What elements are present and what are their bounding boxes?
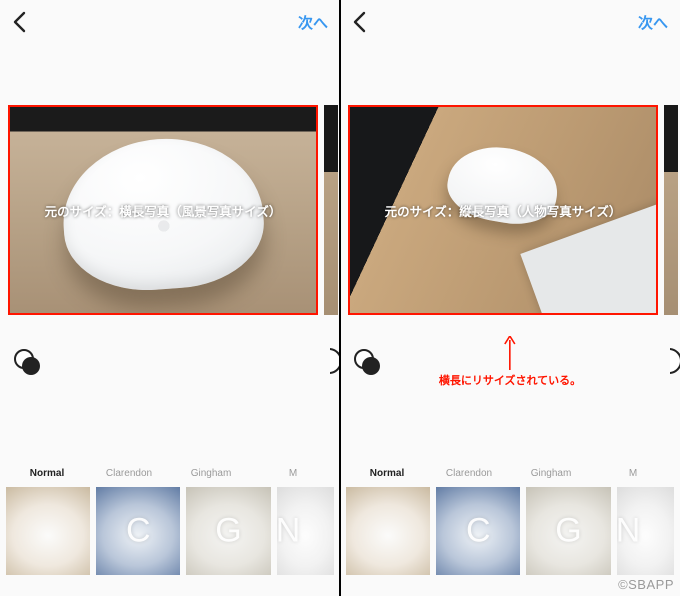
filter-thumb-gingham[interactable]: G — [526, 487, 610, 575]
filter-label[interactable]: Normal — [346, 468, 428, 479]
filter-label[interactable]: Gingham — [170, 468, 252, 479]
arrow-up-icon — [504, 336, 516, 370]
filter-strip: Normal Clarendon Gingham M C G N — [340, 456, 680, 596]
overlay-caption: 元のサイズ：横長写真（風景写真サイズ） — [45, 201, 282, 220]
left-screenshot: 次へ 元のサイズ：横長写真（風景写真サイズ） Normal Clarendon … — [0, 0, 340, 596]
filter-letter: N — [617, 512, 641, 551]
overlay-caption: 元のサイズ：縦長写真（人物写真サイズ） — [385, 201, 622, 220]
right-screenshot: 次へ 元のサイズ：縦長写真（人物写真サイズ） 横長にリサイズされている。 — [340, 0, 680, 596]
lux-adjust-icon[interactable] — [14, 349, 40, 375]
next-image-peek[interactable] — [664, 105, 678, 315]
filter-thumb-clarendon[interactable]: C — [436, 487, 520, 575]
next-image-peek[interactable] — [324, 105, 338, 315]
lux-adjust-icon[interactable] — [354, 349, 380, 375]
back-button[interactable] — [12, 11, 26, 33]
filter-label[interactable]: Normal — [6, 468, 88, 479]
next-button[interactable]: 次へ — [638, 12, 668, 33]
filter-label[interactable]: M — [592, 468, 674, 479]
filter-thumb-clarendon[interactable]: C — [96, 487, 180, 575]
filter-thumb-next[interactable]: N — [617, 487, 674, 575]
filter-strip: Normal Clarendon Gingham M C G N — [0, 456, 340, 596]
filter-thumb-gingham[interactable]: G — [186, 487, 270, 575]
filter-thumb-next[interactable]: N — [277, 487, 334, 575]
filter-labels: Normal Clarendon Gingham M — [0, 468, 340, 479]
watermark: ©SBAPP — [618, 577, 674, 592]
split-divider — [339, 0, 341, 596]
annotation-callout: 横長にリサイズされている。 — [439, 336, 581, 388]
filter-letter: C — [466, 512, 491, 551]
nav-bar: 次へ — [340, 0, 680, 44]
annotation-text: 横長にリサイズされている。 — [439, 375, 581, 387]
filter-labels: Normal Clarendon Gingham M — [340, 468, 680, 479]
filter-label[interactable]: Clarendon — [88, 468, 170, 479]
filter-label[interactable]: M — [252, 468, 334, 479]
filter-letter: N — [277, 512, 301, 551]
edit-tools-icon[interactable] — [670, 348, 680, 374]
filter-thumbs: C G N — [0, 479, 340, 575]
main-preview-image[interactable]: 元のサイズ：横長写真（風景写真サイズ） — [8, 105, 318, 315]
preview-area: 元のサイズ：縦長写真（人物写真サイズ） — [340, 100, 680, 320]
preview-area: 元のサイズ：横長写真（風景写真サイズ） — [0, 100, 340, 320]
nav-bar: 次へ — [0, 0, 340, 44]
back-button[interactable] — [352, 11, 366, 33]
filter-letter: G — [555, 512, 581, 551]
filter-label[interactable]: Clarendon — [428, 468, 510, 479]
filter-thumbs: C G N — [340, 479, 680, 575]
filter-thumb-normal[interactable] — [346, 487, 430, 575]
filter-letter: G — [215, 512, 241, 551]
controls-row — [0, 342, 340, 382]
filter-letter: C — [126, 512, 151, 551]
filter-label[interactable]: Gingham — [510, 468, 592, 479]
controls-row: 横長にリサイズされている。 — [340, 342, 680, 382]
main-preview-image[interactable]: 元のサイズ：縦長写真（人物写真サイズ） — [348, 105, 658, 315]
next-button[interactable]: 次へ — [298, 12, 328, 33]
filter-thumb-normal[interactable] — [6, 487, 90, 575]
